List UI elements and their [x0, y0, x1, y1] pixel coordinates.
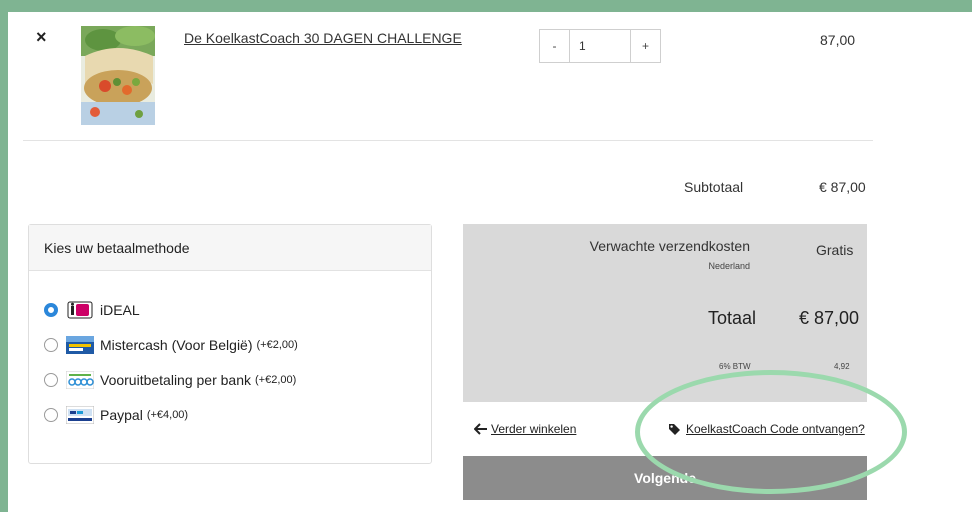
payment-option-surcharge: (+€4,00) — [146, 409, 189, 421]
next-button[interactable]: Volgende — [463, 456, 867, 500]
payment-option-label: iDEAL — [100, 302, 140, 318]
ideal-logo-icon — [66, 301, 94, 319]
order-summary-panel: Verwachte verzendkosten Nederland Gratis… — [463, 224, 867, 402]
tax-value: 4,92 — [834, 362, 850, 371]
radio-bank[interactable] — [44, 373, 58, 387]
payment-option-label: Paypal — [100, 407, 143, 423]
product-title-link[interactable]: De KoelkastCoach 30 DAGEN CHALLENGE — [184, 30, 462, 46]
shipping-country: Nederland — [708, 261, 750, 271]
paypal-logo-icon — [66, 406, 94, 424]
radio-paypal[interactable] — [44, 408, 58, 422]
subtotal-label: Subtotaal — [684, 179, 744, 195]
payment-option-mistercash[interactable]: Mistercash (Voor België) (+€2,00) — [44, 336, 298, 354]
coupon-code-label: KoelkastCoach Code ontvangen? — [686, 422, 865, 436]
radio-mistercash[interactable] — [44, 338, 58, 352]
payment-option-surcharge: (+€2,00) — [256, 339, 298, 351]
mistercash-logo-icon — [66, 336, 94, 354]
line-item-price: 87,00 — [820, 32, 856, 48]
decrease-quantity-button[interactable]: - — [540, 30, 570, 62]
payment-option-label: Mistercash (Voor België) — [100, 337, 253, 353]
continue-shopping-label: Verder winkelen — [491, 422, 577, 436]
quantity-stepper: - + — [539, 29, 661, 63]
arrow-left-icon — [474, 423, 488, 435]
checkout-page: × De KoelkastCoach 30 DAGEN CHALLENGE - … — [8, 12, 972, 512]
product-thumbnail[interactable] — [81, 26, 155, 125]
radio-ideal[interactable] — [44, 303, 58, 317]
payment-option-ideal[interactable]: iDEAL — [44, 301, 140, 319]
payment-option-label: Vooruitbetaling per bank — [100, 372, 251, 388]
total-value: € 87,00 — [799, 308, 860, 328]
payment-method-heading: Kies uw betaalmethode — [29, 225, 431, 271]
subtotal-value: € 87,00 — [819, 179, 866, 195]
coupon-code-link[interactable]: KoelkastCoach Code ontvangen? — [668, 422, 865, 436]
remove-item-icon[interactable]: × — [36, 28, 50, 46]
quantity-input[interactable] — [570, 30, 630, 62]
continue-shopping-link[interactable]: Verder winkelen — [474, 422, 576, 436]
payment-option-surcharge: (+€2,00) — [255, 374, 297, 386]
total-label: Totaal — [708, 308, 757, 328]
tax-label: 6% BTW — [719, 362, 751, 371]
increase-quantity-button[interactable]: + — [630, 30, 660, 62]
payment-option-bank[interactable]: Vooruitbetaling per bank (+€2,00) — [44, 371, 296, 389]
tag-icon — [668, 423, 681, 436]
shipping-value: Gratis — [816, 242, 854, 258]
payment-method-panel: Kies uw betaalmethode iDEAL Mistercash (… — [28, 224, 432, 464]
divider — [23, 140, 873, 141]
bank-transfer-logo-icon — [66, 371, 94, 389]
shipping-label: Verwachte verzendkosten — [589, 238, 750, 254]
payment-option-paypal[interactable]: Paypal (+€4,00) — [44, 406, 188, 424]
